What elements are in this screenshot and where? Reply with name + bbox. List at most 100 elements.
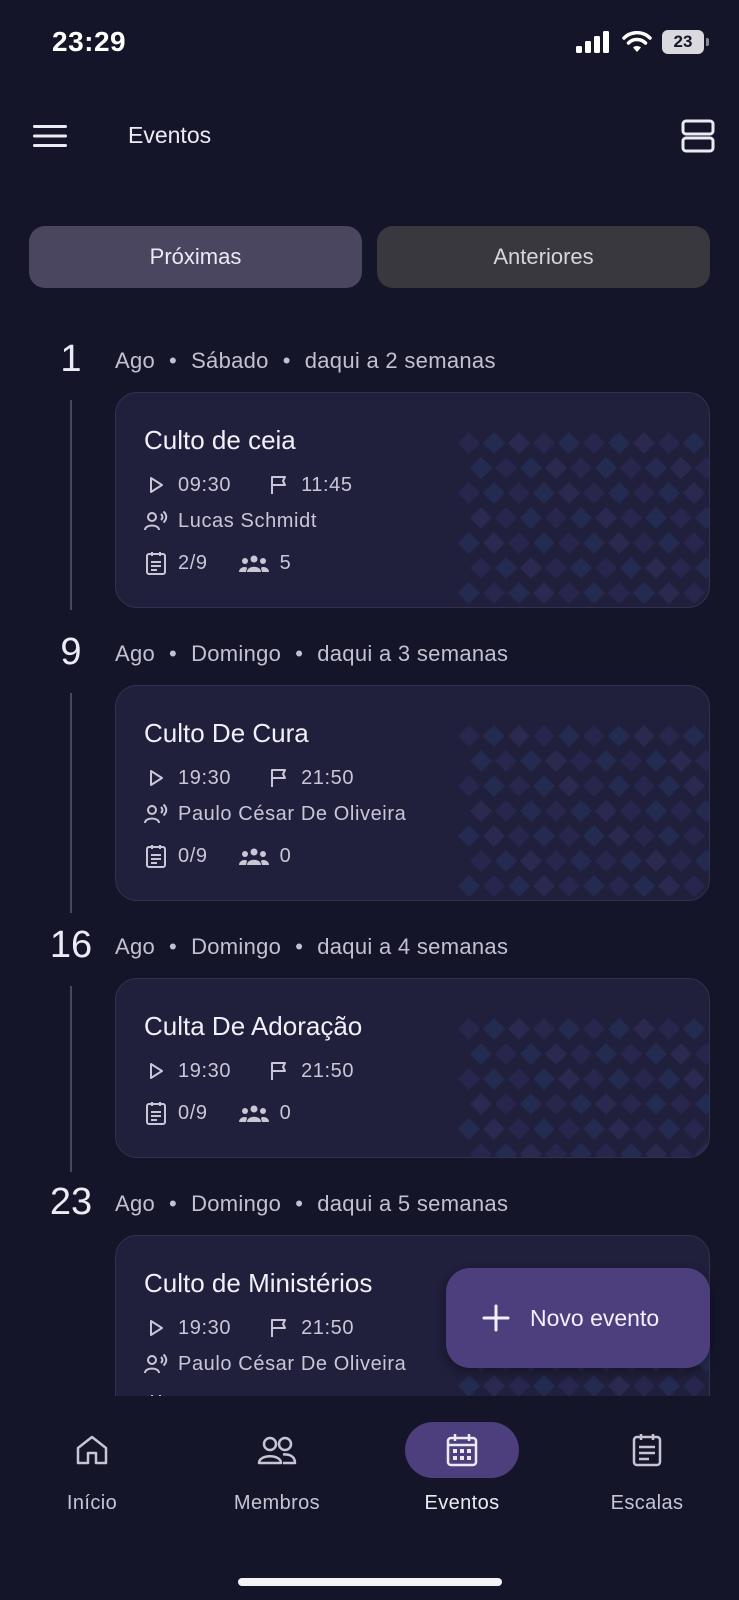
event-leader: Paulo César De Oliveira bbox=[178, 802, 407, 825]
event-start-time: 09:30 bbox=[178, 473, 232, 496]
event-members-count: 0 bbox=[279, 1101, 292, 1124]
flag-icon bbox=[267, 1316, 291, 1340]
flag-icon bbox=[267, 473, 291, 497]
event-weekday: Domingo bbox=[191, 641, 282, 666]
events-timeline: 1 Ago • Sábado • daqui a 2 semanas Culto de … bbox=[0, 330, 739, 1396]
timeline-line bbox=[70, 986, 72, 1172]
nav-label: Eventos bbox=[424, 1492, 500, 1514]
hamburger-icon bbox=[33, 125, 67, 147]
event-members-count: 5 bbox=[279, 551, 292, 574]
event-title: Culto De Cura bbox=[144, 718, 309, 748]
event-month: Ago bbox=[115, 641, 156, 666]
event-stats: 2/9 5 bbox=[144, 551, 291, 575]
tab-anteriores[interactable]: Anteriores bbox=[377, 226, 710, 288]
event-title: Culto de Ministérios bbox=[144, 1268, 373, 1298]
event-end-time: 21:50 bbox=[301, 766, 355, 789]
event-day: 1 bbox=[60, 338, 82, 380]
event-card[interactable]: Culto De Cura 19:30 21:50 Paulo César De… bbox=[115, 685, 710, 901]
members-icon bbox=[257, 1436, 297, 1465]
nav-label: Início bbox=[66, 1492, 118, 1514]
event-weekday: Sábado bbox=[191, 348, 269, 373]
event-members-count: 0 bbox=[279, 844, 292, 867]
event-scales-count: 0/9 bbox=[178, 844, 208, 867]
event-card[interactable]: Culto de ceia 09:30 11:45 Lucas Schmidt … bbox=[115, 392, 710, 608]
event-leader-row: Paulo César De Oliveira bbox=[144, 1352, 406, 1376]
event-relative-date: daqui a 3 semanas bbox=[317, 641, 509, 666]
menu-button[interactable] bbox=[28, 116, 72, 156]
bottom-navigation: Início Membros Eventos Escalas bbox=[0, 1396, 739, 1600]
schedule-icon bbox=[144, 844, 168, 868]
event-start-time: 19:30 bbox=[178, 766, 232, 789]
card-pattern-decoration bbox=[458, 1018, 709, 1157]
group-icon bbox=[238, 1101, 270, 1125]
schedule-icon bbox=[632, 1434, 662, 1467]
event-start-time: 19:30 bbox=[178, 1316, 232, 1339]
home-indicator bbox=[238, 1578, 502, 1586]
view-toggle-button[interactable] bbox=[675, 114, 721, 158]
event-meta: Ago • Domingo • daqui a 4 semanas bbox=[115, 934, 509, 959]
event-weekday: Domingo bbox=[191, 934, 282, 959]
event-end-time: 21:50 bbox=[301, 1059, 355, 1082]
wifi-icon bbox=[622, 31, 652, 52]
nav-pill bbox=[590, 1422, 704, 1478]
timeline-line bbox=[70, 693, 72, 913]
event-title: Culta De Adoração bbox=[144, 1011, 363, 1041]
event-month: Ago bbox=[115, 348, 156, 373]
event-card[interactable]: Culta De Adoração 19:30 21:50 0/9 0 bbox=[115, 978, 710, 1158]
event-meta: Ago • Domingo • daqui a 3 semanas bbox=[115, 641, 509, 666]
event-leader: Lucas Schmidt bbox=[178, 509, 317, 532]
timeline-line bbox=[70, 400, 72, 610]
new-event-button[interactable]: Novo evento bbox=[446, 1268, 710, 1368]
speaker-person-icon bbox=[144, 802, 168, 826]
view-agenda-icon bbox=[681, 119, 715, 153]
event-end-time: 21:50 bbox=[301, 1316, 355, 1339]
card-pattern-decoration bbox=[458, 432, 709, 604]
nav-label: Membros bbox=[233, 1492, 321, 1514]
event-times: 09:30 11:45 bbox=[144, 473, 353, 497]
event-month: Ago bbox=[115, 934, 156, 959]
group-icon bbox=[238, 844, 270, 868]
nav-item-inicio[interactable]: Início bbox=[17, 1422, 167, 1515]
event-relative-date: daqui a 2 semanas bbox=[304, 348, 496, 373]
flag-icon bbox=[267, 766, 291, 790]
event-scales-count: 0/9 bbox=[178, 1101, 208, 1124]
nav-item-eventos[interactable]: Eventos bbox=[387, 1422, 537, 1515]
nav-item-membros[interactable]: Membros bbox=[202, 1422, 352, 1515]
calendar-icon bbox=[446, 1434, 478, 1467]
event-meta: Ago • Sábado • daqui a 2 semanas bbox=[115, 348, 496, 373]
battery-level: 23 bbox=[662, 30, 704, 54]
status-icons: 23 bbox=[576, 30, 709, 54]
event-month: Ago bbox=[115, 1191, 156, 1216]
event-weekday: Domingo bbox=[191, 1191, 282, 1216]
event-times: 19:30 21:50 bbox=[144, 1316, 354, 1340]
play-icon bbox=[144, 473, 168, 497]
event-start-time: 19:30 bbox=[178, 1059, 232, 1082]
event-title: Culto de ceia bbox=[144, 425, 296, 455]
schedule-icon bbox=[144, 551, 168, 575]
event-day: 9 bbox=[60, 631, 82, 673]
event-relative-date: daqui a 4 semanas bbox=[317, 934, 509, 959]
flag-icon bbox=[267, 1059, 291, 1083]
app-bar: Eventos bbox=[0, 100, 739, 172]
battery-icon: 23 bbox=[662, 30, 709, 54]
event-day: 23 bbox=[49, 1181, 93, 1223]
page-title: Eventos bbox=[128, 122, 212, 148]
card-pattern-decoration bbox=[458, 725, 709, 897]
nav-pill bbox=[35, 1422, 149, 1478]
event-meta: Ago • Domingo • daqui a 5 semanas bbox=[115, 1191, 509, 1216]
event-end-time: 11:45 bbox=[301, 473, 353, 496]
schedule-icon bbox=[144, 1101, 168, 1125]
event-relative-date: daqui a 5 semanas bbox=[317, 1191, 509, 1216]
event-leader-row: Lucas Schmidt bbox=[144, 509, 317, 533]
plus-icon bbox=[482, 1304, 510, 1332]
status-time: 23:29 bbox=[52, 26, 127, 57]
status-bar: 23:29 23 bbox=[0, 0, 739, 90]
play-icon bbox=[144, 766, 168, 790]
nav-pill-active bbox=[405, 1422, 519, 1478]
event-scales-count: 2/9 bbox=[178, 551, 208, 574]
tab-proximas[interactable]: Próximas bbox=[29, 226, 362, 288]
nav-item-escalas[interactable]: Escalas bbox=[572, 1422, 722, 1515]
event-leader: Paulo César De Oliveira bbox=[178, 1352, 407, 1375]
new-event-label: Novo evento bbox=[530, 1304, 660, 1331]
nav-pill bbox=[220, 1422, 334, 1478]
